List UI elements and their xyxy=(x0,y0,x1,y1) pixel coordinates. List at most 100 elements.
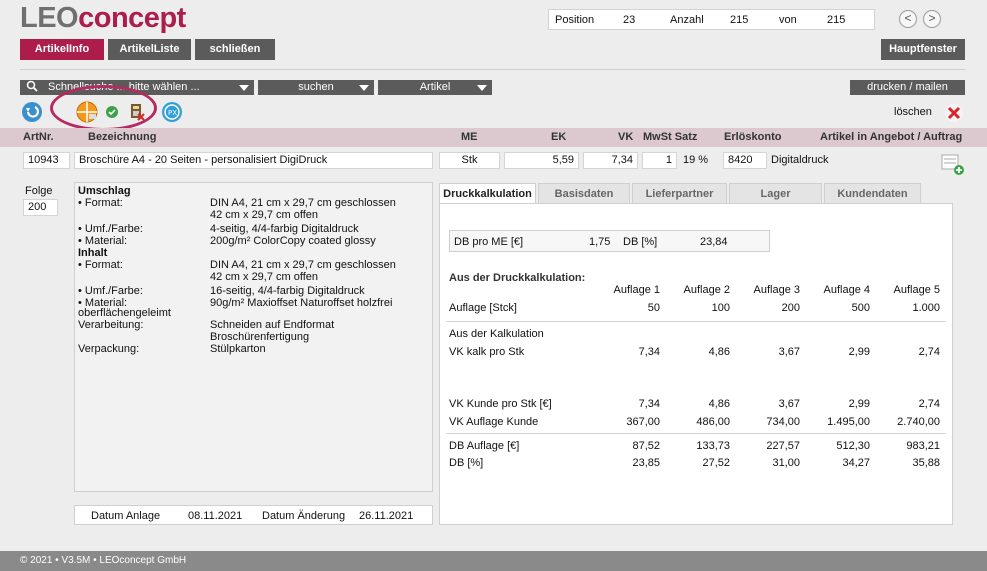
vk-kunde-value: 2,74 xyxy=(918,398,940,410)
auflage-header: Auflage 1 xyxy=(613,284,660,296)
bezeichnung-field[interactable]: Broschüre A4 - 20 Seiten - personalisier… xyxy=(74,152,433,169)
svg-text:PX: PX xyxy=(168,109,177,117)
next-record-button[interactable]: > xyxy=(923,10,941,28)
created-date-label: Datum Anlage xyxy=(91,510,161,522)
vk-kunde-value: 7,34 xyxy=(638,398,660,410)
mwst-percent: 19 % xyxy=(683,154,709,166)
row-divider xyxy=(446,433,946,434)
vk-kunde-value: 2,99 xyxy=(848,398,870,410)
auflage-value: 50 xyxy=(647,302,660,314)
chevron-down-icon xyxy=(239,85,249,91)
description-label: Umschlag xyxy=(78,185,131,197)
description-value: Stülpkarton xyxy=(210,343,266,355)
header-divider xyxy=(20,69,965,70)
vk-kunde-value: 4,86 xyxy=(708,398,730,410)
chevron-down-icon xyxy=(477,85,487,91)
me-field[interactable]: Stk xyxy=(439,152,500,169)
konto-field[interactable]: 8420 xyxy=(723,152,767,169)
description-value: 42 cm x 29,7 cm offen xyxy=(210,271,319,283)
description-label: • Material: xyxy=(78,235,128,247)
search-select[interactable]: suchen xyxy=(258,80,374,95)
print-mail-button[interactable]: drucken / mailen xyxy=(850,80,965,95)
vk-auflage-value: 734,00 xyxy=(766,416,800,428)
close-button[interactable]: schließen xyxy=(195,39,275,60)
db-pct-label: DB [%] xyxy=(623,236,658,248)
calc-title: Aus der Druckkalkulation: xyxy=(449,272,586,284)
db-auflage-value: 227,57 xyxy=(766,440,800,452)
db-auflage-value: 983,21 xyxy=(906,440,940,452)
description-label: Inhalt xyxy=(78,247,108,259)
artnr-field[interactable]: 10943 xyxy=(23,152,70,169)
db-summary-box: DB pro ME [€] 1,75 DB [%] 23,84 xyxy=(449,230,770,252)
vk-auflage-value: 367,00 xyxy=(626,416,660,428)
main-window-button[interactable]: Hauptfenster xyxy=(881,39,965,60)
article-select[interactable]: Artikel xyxy=(378,80,492,95)
kalk-title: Aus der Kalkulation xyxy=(449,328,544,340)
highlight-annotation xyxy=(50,85,157,131)
search-icon xyxy=(26,80,38,97)
description-label: Verarbeitung: xyxy=(78,319,144,331)
export-icon[interactable]: PX xyxy=(162,102,182,122)
tab-basisdaten[interactable]: Basisdaten xyxy=(538,183,630,204)
db-pct-row-value: 27,52 xyxy=(702,457,730,469)
db-pct-row-value: 31,00 xyxy=(772,457,800,469)
description-value: Broschürenfertigung xyxy=(210,331,310,343)
db-auflage-value: 133,73 xyxy=(696,440,730,452)
tab-artikelliste[interactable]: ArtikelListe xyxy=(108,39,191,60)
description-value: 200g/m² ColorCopy coated glossy xyxy=(210,235,376,247)
tab-artikelinfo[interactable]: ArtikelInfo xyxy=(20,39,104,60)
col-erloeskonto: Erlöskonto xyxy=(724,131,782,143)
row-divider xyxy=(446,321,946,322)
description-label: • Format: xyxy=(78,259,123,271)
vk-kalk-value: 7,34 xyxy=(638,346,660,358)
count-value: 215 xyxy=(730,14,749,26)
date-bar: Datum Anlage 08.11.2021 Datum Änderung 2… xyxy=(74,505,433,525)
col-bezeichnung: Bezeichnung xyxy=(88,131,157,143)
modified-date: 26.11.2021 xyxy=(359,510,414,522)
back-arrow-icon[interactable] xyxy=(22,102,42,122)
folge-label: Folge xyxy=(25,185,53,197)
mwst-code-field[interactable]: 1 xyxy=(642,152,677,169)
add-to-offer-icon[interactable] xyxy=(941,154,965,176)
auflage-header: Auflage 5 xyxy=(893,284,940,296)
konto-name: Digitaldruck xyxy=(771,154,829,166)
modified-date-label: Datum Änderung xyxy=(262,510,346,522)
auflage-header: Auflage 4 xyxy=(823,284,870,296)
description-value: 90g/m² Maxioffset Naturoffset holzfrei xyxy=(210,297,393,309)
app-logo: LEOconcept xyxy=(20,2,186,34)
column-header-row: ArtNr. Bezeichnung ME EK VK MwSt Satz Er… xyxy=(0,128,987,147)
tab-kundendaten[interactable]: Kundendaten xyxy=(824,183,921,204)
db-auflage-label: DB Auflage [€] xyxy=(449,440,520,452)
ek-field[interactable]: 5,59 xyxy=(504,152,579,169)
db-pct-row-value: 34,27 xyxy=(842,457,870,469)
folge-field[interactable]: 200 xyxy=(23,199,58,216)
delete-x-icon[interactable] xyxy=(944,103,964,123)
vk-kalk-label: VK kalk pro Stk xyxy=(449,346,525,358)
tab-lager[interactable]: Lager xyxy=(729,183,822,204)
description-panel: Umschlag • Format: DIN A4, 21 cm x 29,7 cm… xyxy=(74,182,433,492)
previous-record-button[interactable]: < xyxy=(899,10,917,28)
footer: © 2021 • V3.5M • LEOconcept GmbH xyxy=(0,551,987,571)
description-value: 16-seitig, 4/4-farbig Digitaldruck xyxy=(210,285,365,297)
auflage-header: Auflage 3 xyxy=(753,284,800,296)
vk-field[interactable]: 7,34 xyxy=(583,152,638,169)
auflage-label: Auflage [Stck] xyxy=(449,302,517,314)
tab-druckkalkulation[interactable]: Druckkalkulation xyxy=(439,183,536,204)
auflage-value: 1.000 xyxy=(912,302,940,314)
col-vk: VK xyxy=(618,131,634,143)
vk-kunde-value: 3,67 xyxy=(778,398,800,410)
position-label: Position xyxy=(555,14,595,26)
auflage-value: 100 xyxy=(711,302,730,314)
db-auflage-value: 512,30 xyxy=(836,440,870,452)
col-angebot: Artikel in Angebot / Auftrag xyxy=(820,131,963,143)
vk-kalk-value: 2,74 xyxy=(918,346,940,358)
auflage-header: Auflage 2 xyxy=(683,284,730,296)
chevron-down-icon xyxy=(359,85,369,91)
description-label: oberflächengeleimt xyxy=(78,307,171,319)
col-mwst: MwSt Satz xyxy=(643,131,698,143)
db-me-label: DB pro ME [€] xyxy=(454,236,524,248)
col-ek: EK xyxy=(551,131,567,143)
tab-lieferpartner[interactable]: Lieferpartner xyxy=(632,183,727,204)
vk-kalk-value: 3,67 xyxy=(778,346,800,358)
position-value: 23 xyxy=(623,14,636,26)
